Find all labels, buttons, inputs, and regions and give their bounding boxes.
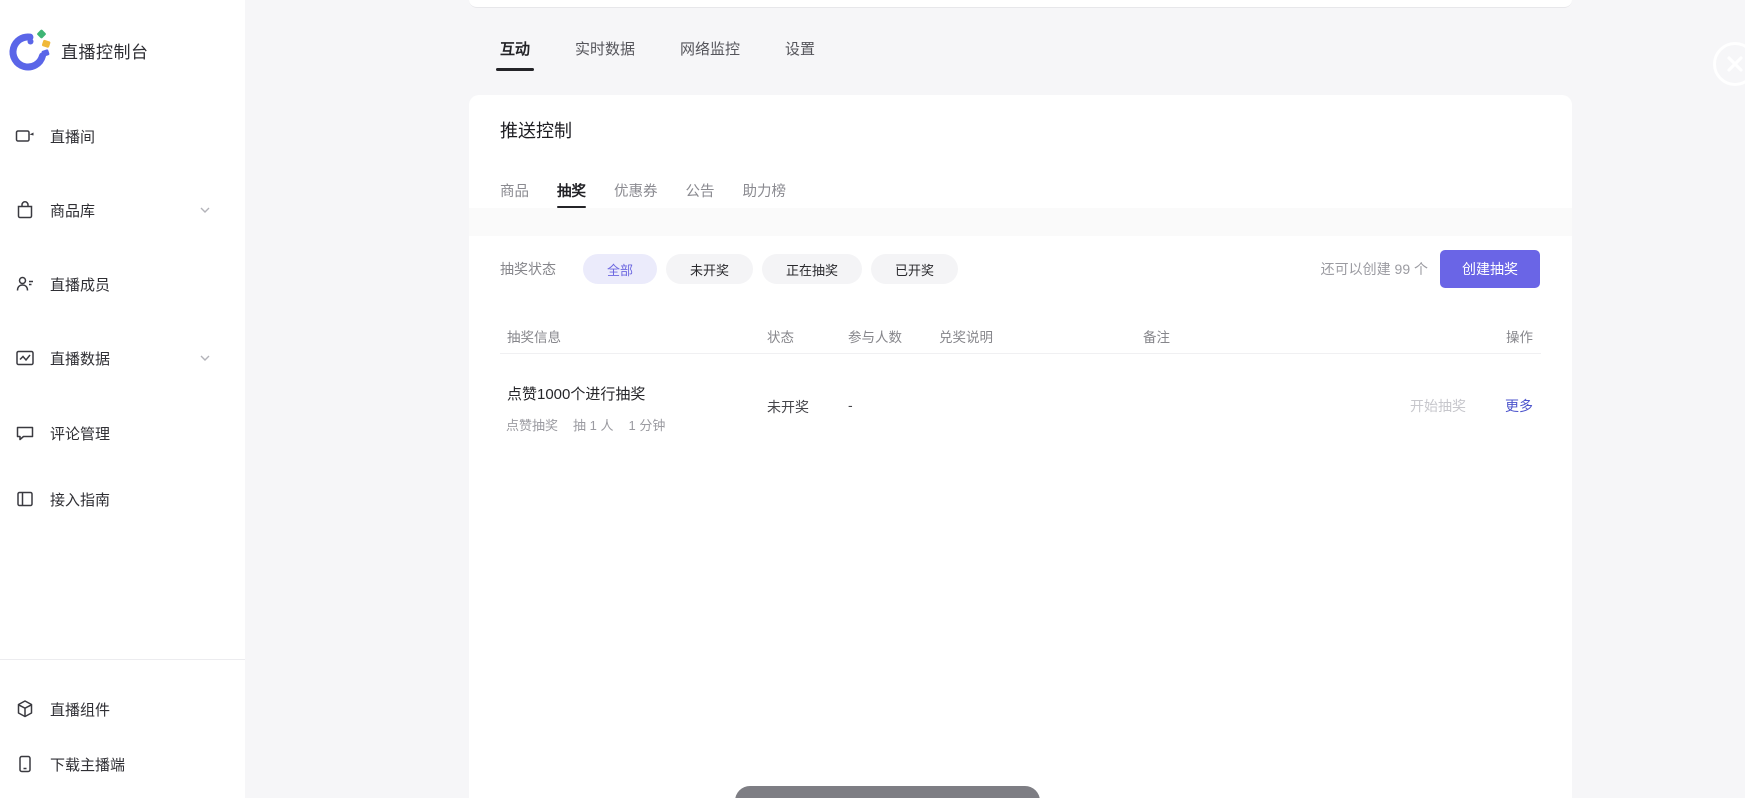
app-logo-icon bbox=[8, 28, 52, 72]
sidebar-item-label: 接入指南 bbox=[50, 489, 110, 510]
filter-pill-drawing[interactable]: 正在抽奖 bbox=[762, 254, 862, 284]
member-icon bbox=[14, 273, 36, 295]
chevron-down-icon[interactable] bbox=[198, 351, 212, 365]
lottery-duration: 1 分钟 bbox=[628, 415, 665, 434]
tab-announcement[interactable]: 公告 bbox=[686, 178, 715, 206]
sidebar-item-live-members[interactable]: 直播成员 bbox=[0, 264, 245, 304]
bottom-toast bbox=[735, 786, 1040, 798]
comment-icon bbox=[14, 422, 36, 444]
main-tabs: 互动 实时数据 网络监控 设置 bbox=[500, 38, 815, 71]
sidebar-item-label: 商品库 bbox=[50, 200, 95, 221]
tab-coupons[interactable]: 优惠券 bbox=[614, 178, 658, 206]
table-header: 抽奖信息 状态 参与人数 兑奖说明 备注 操作 bbox=[469, 326, 1572, 346]
tab-settings[interactable]: 设置 bbox=[785, 38, 815, 71]
app-logo: 直播控制台 bbox=[8, 28, 149, 72]
more-action[interactable]: 更多 bbox=[1505, 396, 1533, 416]
sidebar-item-label: 直播间 bbox=[50, 126, 95, 147]
sidebar-item-comment-management[interactable]: 评论管理 bbox=[0, 413, 245, 453]
guide-icon bbox=[14, 488, 36, 510]
sidebar-item-live-components[interactable]: 直播组件 bbox=[0, 689, 245, 729]
tab-lottery[interactable]: 抽奖 bbox=[557, 178, 586, 206]
quota-remaining-text: 还可以创建 99 个 bbox=[1321, 259, 1428, 279]
app-title: 直播控制台 bbox=[61, 38, 149, 63]
lottery-meta: 点赞抽奖 抽 1 人 1 分钟 bbox=[506, 415, 665, 434]
lottery-type: 点赞抽奖 bbox=[506, 415, 558, 434]
sidebar-item-label: 评论管理 bbox=[50, 423, 110, 444]
column-note: 备注 bbox=[1143, 326, 1170, 346]
sidebar-item-product-library[interactable]: 商品库 bbox=[0, 190, 245, 230]
sidebar: 直播控制台 直播间 商品库 直播成员 直播数据 bbox=[0, 0, 245, 798]
column-lottery-info: 抽奖信息 bbox=[507, 326, 561, 346]
filter-pill-drawn[interactable]: 已开奖 bbox=[871, 254, 958, 284]
lottery-status-filter: 抽奖状态 全部 未开奖 正在抽奖 已开奖 还可以创建 99 个 创建抽奖 bbox=[500, 250, 1540, 288]
sidebar-divider bbox=[0, 659, 245, 660]
sidebar-item-access-guide[interactable]: 接入指南 bbox=[0, 479, 245, 519]
tab-realtime-data[interactable]: 实时数据 bbox=[575, 38, 635, 71]
filter-pill-all[interactable]: 全部 bbox=[583, 254, 657, 284]
status-value: 未开奖 bbox=[767, 397, 809, 417]
chevron-down-icon[interactable] bbox=[198, 203, 212, 217]
push-type-tabs: 商品 抽奖 优惠券 公告 助力榜 bbox=[500, 178, 786, 206]
start-lottery-action[interactable]: 开始抽奖 bbox=[1410, 396, 1466, 416]
subtab-band bbox=[469, 208, 1572, 236]
create-lottery-button[interactable]: 创建抽奖 bbox=[1440, 250, 1540, 288]
sidebar-item-download-broadcaster[interactable]: 下载主播端 bbox=[0, 744, 245, 784]
scrolled-card-edge bbox=[469, 0, 1572, 8]
sidebar-item-label: 下载主播端 bbox=[50, 754, 125, 775]
tab-network-monitor[interactable]: 网络监控 bbox=[680, 38, 740, 71]
column-actions: 操作 bbox=[1506, 326, 1533, 346]
chart-icon bbox=[14, 347, 36, 369]
filter-label: 抽奖状态 bbox=[500, 259, 556, 279]
lottery-title: 点赞1000个进行抽奖 bbox=[507, 383, 645, 404]
sidebar-item-label: 直播数据 bbox=[50, 348, 110, 369]
column-redeem-info: 兑奖说明 bbox=[939, 326, 993, 346]
filter-pill-not-drawn[interactable]: 未开奖 bbox=[666, 254, 753, 284]
participants-value: - bbox=[848, 397, 853, 413]
sidebar-item-live-room[interactable]: 直播间 bbox=[0, 116, 245, 156]
bag-icon bbox=[14, 199, 36, 221]
close-button[interactable] bbox=[1713, 42, 1745, 86]
tab-interaction[interactable]: 互动 bbox=[500, 38, 530, 71]
camera-icon bbox=[14, 125, 36, 147]
phone-icon bbox=[14, 753, 36, 775]
tab-boost-ranking[interactable]: 助力榜 bbox=[743, 178, 787, 206]
tab-products[interactable]: 商品 bbox=[500, 178, 529, 206]
cube-icon bbox=[14, 698, 36, 720]
sidebar-item-label: 直播组件 bbox=[50, 699, 110, 720]
lottery-winner-count: 抽 1 人 bbox=[573, 415, 613, 434]
sidebar-item-label: 直播成员 bbox=[50, 274, 110, 295]
panel-title: 推送控制 bbox=[500, 117, 572, 143]
close-icon bbox=[1725, 54, 1745, 74]
column-participants: 参与人数 bbox=[848, 326, 902, 346]
push-control-panel: 推送控制 商品 抽奖 优惠券 公告 助力榜 抽奖状态 全部 未开奖 正在抽奖 已… bbox=[469, 95, 1572, 798]
column-status: 状态 bbox=[767, 326, 794, 346]
table-header-divider bbox=[500, 353, 1541, 354]
sidebar-item-live-data[interactable]: 直播数据 bbox=[0, 338, 245, 378]
